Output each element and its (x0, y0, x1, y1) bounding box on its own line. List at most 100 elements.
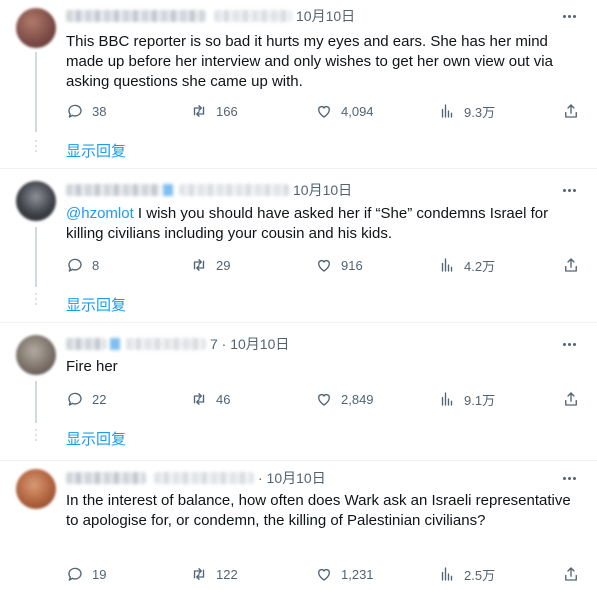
more-icon[interactable] (559, 334, 579, 354)
tweet-date[interactable]: 10月10日 (293, 180, 352, 200)
views-icon (441, 567, 453, 581)
like-count: 916 (341, 257, 363, 273)
reply-count: 19 (92, 566, 107, 582)
thread-line (35, 227, 37, 287)
repost-icon (193, 393, 205, 405)
author-name-redacted[interactable] (66, 10, 206, 22)
share-button[interactable] (562, 389, 580, 409)
share-button[interactable] (562, 101, 580, 121)
like-count: 4,094 (341, 103, 374, 119)
reply-button[interactable]: 8 (66, 255, 99, 275)
share-icon (565, 104, 577, 118)
repost-count: 46 (216, 391, 231, 407)
reply-count: 38 (92, 103, 107, 119)
action-bar: 19 122 1,231 2.5万 (66, 564, 586, 584)
share-button[interactable] (562, 564, 580, 584)
tweet-3[interactable]: 7 · 10月10日 Fire her 22 46 2,849 9.1万 显示回… (0, 323, 597, 458)
tweet-2[interactable]: 10月10日 @hzomlot I wish you should have a… (0, 169, 597, 319)
like-button[interactable]: 1,231 (315, 564, 374, 584)
reply-count: 22 (92, 391, 107, 407)
tweet-text-body: I wish you should have asked her if “She… (66, 205, 549, 242)
avatar[interactable] (16, 469, 56, 509)
tweet-header: 10月10日 (66, 6, 355, 26)
repost-button[interactable]: 29 (190, 255, 230, 275)
views-button[interactable]: 9.3万 (438, 101, 495, 121)
tweet-date[interactable]: · 10月10日 (258, 468, 326, 488)
author-name-redacted[interactable] (66, 472, 146, 484)
views-button[interactable]: 2.5万 (438, 564, 495, 584)
like-icon (318, 393, 330, 406)
share-button[interactable] (562, 255, 580, 275)
views-count: 9.1万 (464, 392, 496, 408)
verified-badge-redacted (110, 338, 120, 350)
reply-button[interactable]: 19 (66, 564, 106, 584)
more-icon[interactable] (559, 6, 579, 26)
tweet-text-body: Fire her (66, 358, 118, 375)
reply-button[interactable]: 38 (66, 101, 106, 121)
show-replies-link[interactable]: 显示回复 (66, 428, 126, 449)
thread-line (35, 52, 37, 132)
verified-badge-redacted (163, 184, 173, 196)
thread-dots (34, 140, 38, 152)
avatar[interactable] (16, 181, 56, 221)
like-button[interactable]: 4,094 (315, 101, 374, 121)
tweet-header: 7 · 10月10日 (66, 334, 289, 354)
views-button[interactable]: 9.1万 (438, 389, 495, 409)
tweet-4[interactable]: · 10月10日 In the interest of balance, how… (0, 461, 597, 590)
views-button[interactable]: 4.2万 (438, 255, 495, 275)
views-count: 9.3万 (464, 104, 496, 120)
repost-button[interactable]: 122 (190, 564, 238, 584)
tweet-date[interactable]: 7 · 10月10日 (210, 334, 289, 354)
mention-link[interactable]: @hzomlot (66, 205, 134, 222)
repost-button[interactable]: 46 (190, 389, 230, 409)
tweet-header: 10月10日 (66, 180, 352, 200)
thread-dots (34, 429, 38, 441)
author-name-redacted[interactable] (66, 184, 161, 196)
tweet-1[interactable]: 10月10日 This BBC reporter is so bad it hu… (0, 0, 597, 165)
repost-icon (193, 105, 205, 117)
like-icon (318, 259, 330, 272)
more-icon[interactable] (559, 180, 579, 200)
action-bar: 8 29 916 4.2万 (66, 255, 586, 275)
reply-button[interactable]: 22 (66, 389, 106, 409)
reply-icon (68, 392, 82, 406)
action-bar: 38 166 4,094 9.3万 (66, 101, 586, 121)
more-icon[interactable] (559, 468, 579, 488)
show-replies-link[interactable]: 显示回复 (66, 140, 126, 161)
like-button[interactable]: 2,849 (315, 389, 374, 409)
avatar[interactable] (16, 8, 56, 48)
tweet-header: · 10月10日 (66, 468, 326, 488)
views-icon (441, 104, 453, 118)
thread-dots (34, 293, 38, 305)
views-count: 4.2万 (464, 258, 496, 274)
views-icon (441, 392, 453, 406)
reply-icon (68, 567, 82, 581)
tweet-text: This BBC reporter is so bad it hurts my … (66, 32, 586, 92)
repost-count: 166 (216, 103, 238, 119)
repost-icon (193, 259, 205, 271)
like-icon (318, 105, 330, 118)
action-bar: 22 46 2,849 9.1万 (66, 389, 586, 409)
repost-count: 122 (216, 566, 238, 582)
tweet-date[interactable]: 10月10日 (296, 6, 355, 26)
reply-icon (68, 258, 82, 272)
author-handle-redacted (179, 184, 289, 196)
tweet-text: Fire her (66, 357, 586, 377)
show-replies-link[interactable]: 显示回复 (66, 294, 126, 315)
reply-count: 8 (92, 257, 100, 273)
like-icon (318, 568, 330, 581)
tweet-text: @hzomlot I wish you should have asked he… (66, 204, 586, 244)
views-count: 2.5万 (464, 567, 496, 583)
reply-icon (68, 104, 82, 118)
repost-button[interactable]: 166 (190, 101, 238, 121)
share-icon (565, 258, 577, 272)
like-button[interactable]: 916 (315, 255, 363, 275)
share-icon (565, 392, 577, 406)
like-count: 2,849 (341, 391, 374, 407)
author-name-redacted[interactable] (66, 338, 106, 350)
tweet-text-body: In the interest of balance, how often do… (66, 492, 571, 529)
like-count: 1,231 (341, 566, 374, 582)
author-handle-redacted (214, 10, 292, 22)
views-icon (441, 258, 453, 272)
avatar[interactable] (16, 335, 56, 375)
